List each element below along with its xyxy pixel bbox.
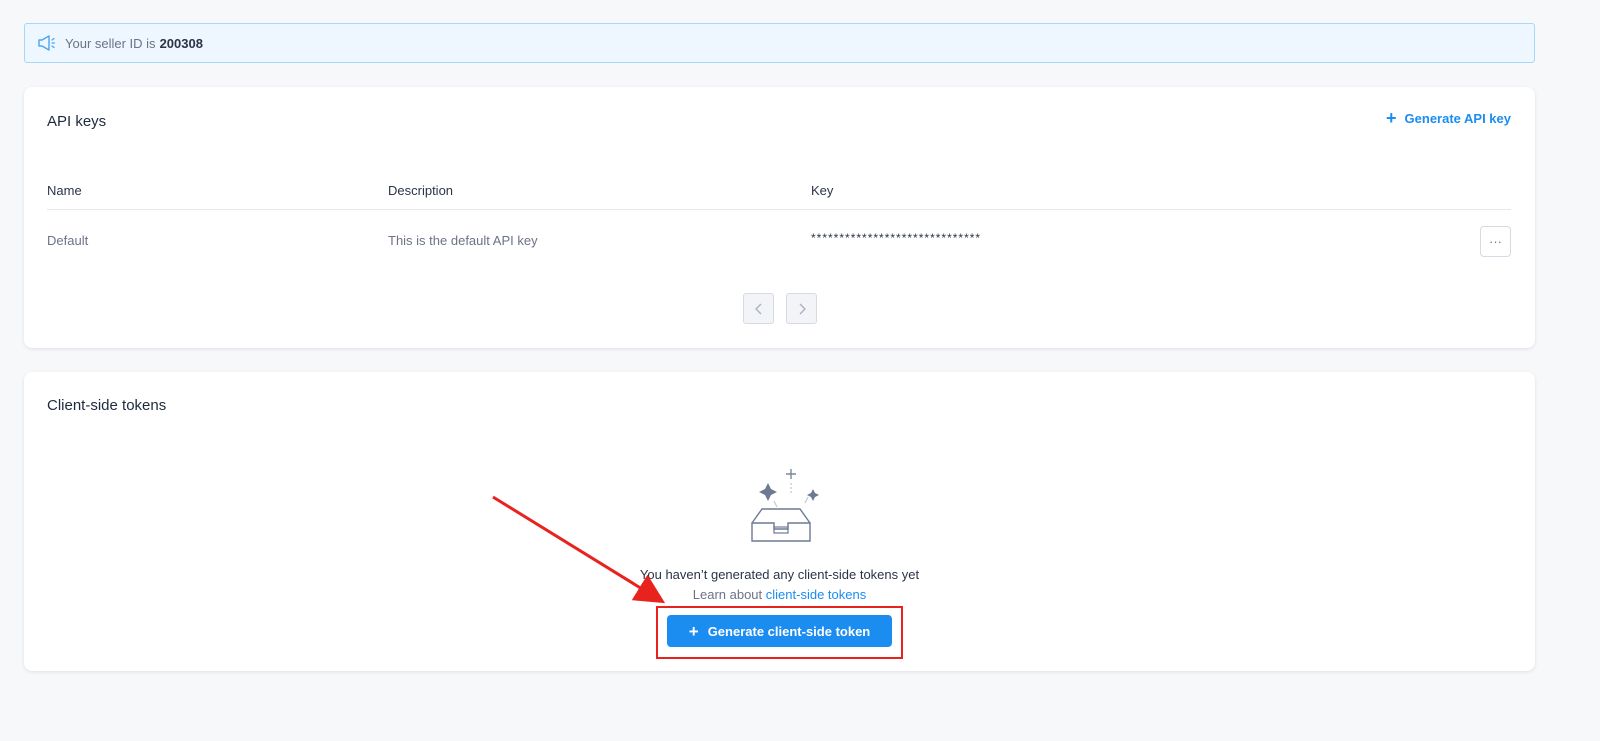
row-key-masked: ******************************	[811, 231, 982, 245]
chevron-right-icon	[799, 303, 806, 314]
column-header-name: Name	[47, 183, 82, 198]
more-icon: ···	[1489, 234, 1502, 249]
generate-api-key-label: Generate API key	[1404, 110, 1511, 126]
column-header-description: Description	[388, 183, 454, 198]
plus-icon: +	[1386, 108, 1397, 128]
client-tokens-title: Client-side tokens	[47, 397, 167, 414]
api-keys-title: API keys	[47, 113, 107, 130]
seller-id-value: 200308	[159, 35, 203, 51]
pagination-prev-button[interactable]	[743, 293, 774, 324]
empty-state-message: You haven’t generated any client-side to…	[639, 567, 920, 582]
empty-inbox-icon	[751, 469, 819, 542]
api-keys-card: API keys + Generate API key Name Descrip…	[24, 87, 1535, 348]
seller-id-label: Your seller ID is	[65, 35, 156, 51]
learn-prefix: Learn about	[692, 587, 763, 602]
row-actions-button[interactable]: ···	[1480, 226, 1511, 257]
column-header-key: Key	[811, 183, 834, 198]
learn-about-line: Learn about client-side tokens	[24, 587, 1535, 602]
annotation-highlight-box	[656, 606, 903, 659]
row-description: This is the default API key	[388, 233, 538, 248]
pagination-next-button[interactable]	[786, 293, 817, 324]
table-divider	[47, 209, 1511, 210]
seller-id-notice: Your seller ID is 200308	[24, 23, 1535, 63]
row-name: Default	[47, 233, 89, 248]
chevron-left-icon	[754, 303, 761, 314]
client-side-tokens-link[interactable]: client-side tokens	[766, 587, 866, 602]
megaphone-icon	[37, 34, 57, 52]
generate-api-key-button[interactable]: + Generate API key	[1386, 109, 1511, 127]
